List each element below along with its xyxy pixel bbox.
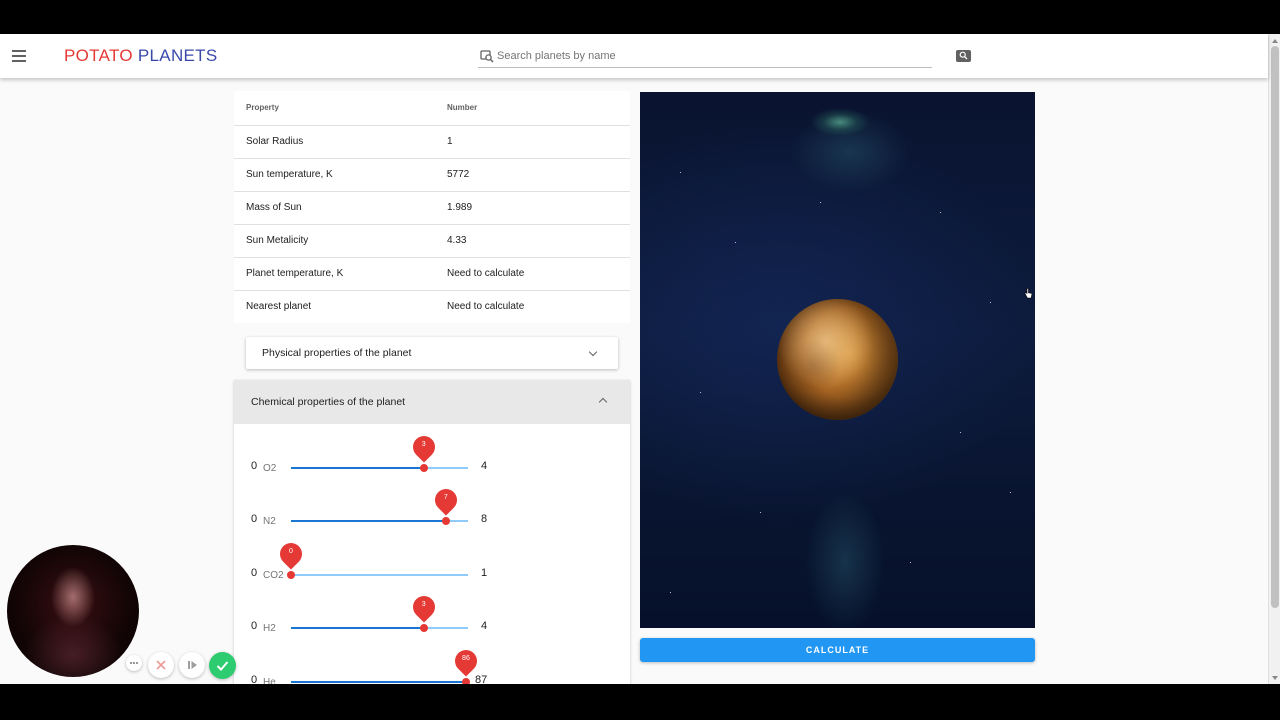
table-cell-number: 1 — [447, 125, 630, 159]
table-row: Nearest planet Need to calculate — [234, 290, 630, 323]
search-button[interactable] — [956, 50, 971, 62]
slider-label: He — [263, 677, 276, 684]
slider-fill — [291, 681, 466, 683]
slider-thumb[interactable] — [461, 678, 470, 684]
app-bar: POTATO PLANETS — [0, 34, 1268, 78]
table-cell-property: Nearest planet — [246, 301, 312, 313]
close-icon — [156, 660, 166, 670]
physical-properties-title: Physical properties of the planet — [262, 347, 412, 359]
scroll-up-arrow-icon[interactable] — [1272, 39, 1278, 43]
table-header-row: Property Number — [234, 91, 630, 126]
slider-value-label: 0 — [289, 548, 293, 555]
table-cell-number: 1.989 — [447, 191, 630, 225]
table-cell-number: Need to calculate — [447, 301, 525, 313]
page-scrollbar[interactable] — [1268, 34, 1280, 684]
column-header-number: Number — [447, 91, 630, 126]
slider-value-label: 3 — [421, 441, 426, 448]
slider-thumb[interactable] — [419, 624, 428, 632]
slider-o2: 0 O2 3 4 — [234, 431, 630, 482]
slider-max: 4 — [481, 620, 488, 632]
slider-thumb[interactable] — [287, 571, 295, 579]
slider-co2: 0 CO2 0 1 — [234, 538, 630, 589]
slider-track[interactable]: 7 — [291, 484, 468, 525]
slider-track[interactable]: 3 — [291, 431, 468, 472]
search-bar — [478, 45, 932, 68]
scrollbar-thumb[interactable] — [1271, 46, 1279, 608]
slider-label: N2 — [263, 516, 276, 527]
slider-max: 4 — [481, 460, 488, 472]
chemical-properties-header[interactable]: Chemical properties of the planet — [234, 380, 630, 424]
planet-preview-image — [640, 92, 1035, 628]
slider-fill — [291, 627, 424, 629]
slider-fill — [291, 467, 424, 469]
calculate-button[interactable]: CALCULATE — [640, 638, 1035, 662]
table-cell-property: Solar Radius — [234, 125, 447, 159]
slider-track[interactable]: 0 — [275, 538, 468, 579]
table-row: Sun Metalicity 4.33 — [234, 224, 630, 258]
slider-h2: 0 H2 3 4 — [234, 591, 630, 642]
planet — [777, 299, 898, 420]
slider-he: 0 He 86 87 — [234, 645, 630, 684]
slider-label: O2 — [263, 463, 277, 474]
table-cell-property: Mass of Sun — [234, 191, 447, 225]
slider-track[interactable]: 86 — [291, 645, 482, 684]
hand-cursor-icon — [1024, 288, 1032, 299]
slider-value-label: 86 — [462, 655, 470, 662]
chevron-down-icon — [588, 347, 598, 357]
column-header-property: Property — [234, 91, 447, 126]
slider-max: 87 — [475, 674, 488, 684]
slider-fill — [291, 520, 446, 522]
chemical-properties-title: Chemical properties of the planet — [251, 396, 406, 408]
webcam-preview — [7, 545, 139, 677]
slider-value-label: 7 — [443, 494, 448, 501]
record-cancel-button[interactable] — [148, 652, 174, 678]
table-row: Planet temperature, K Need to calculate — [234, 257, 630, 291]
slider-max: 1 — [481, 567, 488, 579]
slider-label: CO2 — [263, 570, 284, 581]
table-row: Mass of Sun 1.989 — [234, 191, 630, 225]
table-cell-property: Sun Metalicity — [234, 224, 447, 258]
chevron-up-icon — [598, 397, 608, 407]
chemical-properties-panel: Chemical properties of the planet 0 O2 3… — [234, 380, 630, 684]
table-cell-property: Sun temperature, K — [234, 158, 447, 192]
slider-min: 0 — [251, 567, 258, 579]
record-pause-button[interactable] — [179, 652, 205, 678]
brand-word-planets: PLANETS — [137, 46, 218, 65]
slider-track[interactable]: 3 — [291, 591, 468, 632]
physical-properties-panel[interactable]: Physical properties of the planet — [246, 337, 618, 369]
table-cell-property: Planet temperature, K — [234, 257, 447, 291]
pause-play-icon — [188, 661, 197, 669]
table-row: Sun temperature, K 5772 — [234, 158, 630, 192]
table-cell-number: 4.33 — [447, 224, 630, 258]
slider-min: 0 — [251, 513, 258, 525]
slider-max: 8 — [481, 513, 488, 525]
image-search-icon — [480, 50, 494, 63]
more-horizontal-icon[interactable] — [126, 655, 142, 671]
slider-min: 0 — [251, 674, 258, 684]
record-done-button[interactable] — [209, 652, 236, 679]
brand-word-potato: POTATO — [64, 46, 133, 65]
slider-label: H2 — [263, 623, 276, 634]
table-cell-number: 5772 — [447, 158, 630, 192]
table-cell-number: Need to calculate — [447, 257, 630, 291]
search-input[interactable] — [497, 47, 917, 65]
menu-icon[interactable] — [12, 50, 26, 62]
slider-thumb[interactable] — [419, 464, 428, 472]
table-row: Solar Radius 1 — [234, 125, 630, 159]
slider-value-label: 3 — [421, 601, 426, 608]
properties-table: Property Number Solar Radius 1 Sun tempe… — [234, 91, 630, 323]
slider-thumb[interactable] — [441, 517, 450, 525]
app-viewport: POTATO PLANETS Property Number — [0, 34, 1280, 684]
search-icon — [959, 51, 968, 60]
slider-min: 0 — [251, 620, 258, 632]
scroll-down-arrow-icon[interactable] — [1272, 676, 1278, 680]
app-logo[interactable]: POTATO PLANETS — [64, 46, 217, 66]
slider-min: 0 — [251, 460, 258, 472]
check-icon — [216, 661, 229, 671]
slider-n2: 0 N2 7 8 — [234, 484, 630, 535]
